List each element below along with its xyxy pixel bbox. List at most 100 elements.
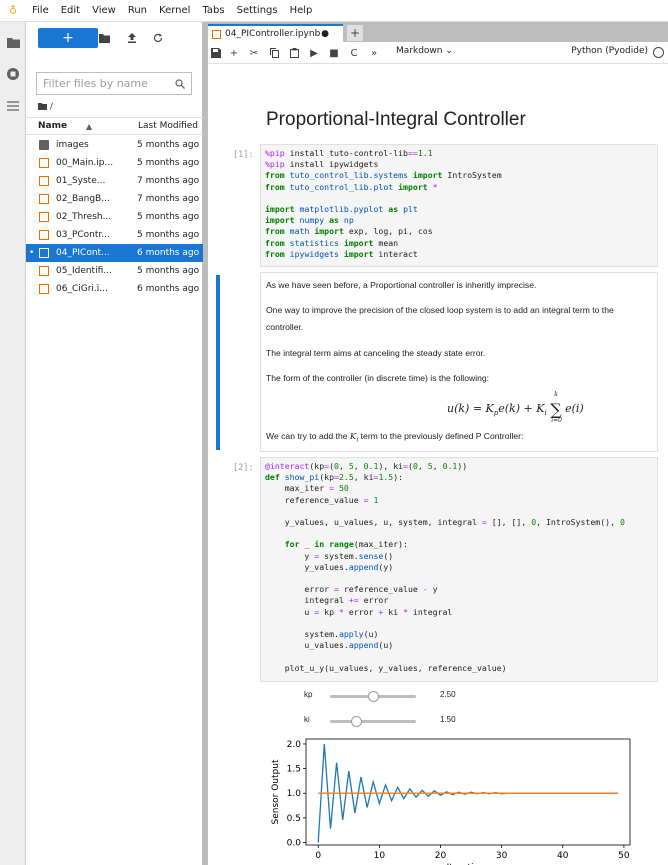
main-area: 04_PIController.ipynb ● + + ✂ ▶ ■ C » Ma… [208,22,668,865]
folder-icon [38,103,47,110]
file-item[interactable]: • 04_PICont... 6 months ago [26,244,203,262]
file-list-header: Name ▲ Last Modified [26,117,203,135]
folder-icon [39,140,49,150]
menu-help[interactable]: Help [284,5,319,16]
file-modified: 5 months ago [137,212,200,222]
file-item[interactable]: 06_CiGri.i... 6 months ago [26,280,203,298]
slider-kp-label: kp [304,690,313,699]
file-item[interactable]: images 5 months ago [26,136,203,154]
notebook-icon [212,29,221,39]
file-modified: 5 months ago [137,158,200,168]
md-paragraph-2b: controller. [266,322,304,332]
file-modified: 5 months ago [137,140,200,150]
x-tick-label: 50 [618,851,630,861]
menu-file[interactable]: File [26,5,55,16]
slider-kp-handle[interactable] [368,691,379,702]
tab-bar: 04_PIController.ipynb ● + [208,22,668,42]
cell-prompt-1: [1]: [233,150,254,160]
save-icon[interactable] [208,45,224,61]
notebook-icon [39,158,49,168]
file-name: 01_Syste... [56,176,106,186]
sensor-output-chart: 0.00.51.01.52.001020304050Sensor OutputI… [271,738,631,865]
breadcrumb[interactable]: / [38,102,53,112]
x-tick-label: 0 [315,851,321,861]
notebook-icon [39,212,49,222]
file-modified: 6 months ago [137,248,200,258]
file-name: 04_PICont... [56,248,110,258]
menu-bar: ♁ File Edit View Run Kernel Tabs Setting… [0,0,668,22]
add-tab-button[interactable]: + [347,25,363,41]
run-icon[interactable]: ▶ [306,45,322,61]
y-axis-label: Sensor Output [271,759,281,824]
menu-view[interactable]: View [86,5,122,16]
notebook-toolbar: + ✂ ▶ ■ C » Markdown ⌄ Python (Pyodide) [208,42,668,64]
slider-kp[interactable]: kp 2.50 [304,690,484,704]
slider-kp-track[interactable] [330,691,416,702]
file-item[interactable]: 02_BangB... 7 months ago [26,190,203,208]
menu-edit[interactable]: Edit [55,5,86,16]
menu-kernel[interactable]: Kernel [153,5,196,16]
activity-bar [0,22,26,865]
file-item[interactable]: 05_Identifi... 5 months ago [26,262,203,280]
search-icon [175,78,185,89]
slider-ki[interactable]: ki 1.50 [304,715,484,729]
md-paragraph-2: One way to improve the precision of the … [266,305,614,315]
tab-title: 04_PIController.ipynb [225,29,321,39]
jupyter-logo-icon: ♁ [8,4,18,17]
file-name: images [56,140,89,150]
upload-icon[interactable] [124,30,140,46]
insert-cell-icon[interactable]: + [226,45,242,61]
kernel-name[interactable]: Python (Pyodide) [571,46,648,56]
file-item[interactable]: 03_PContr... 5 months ago [26,226,203,244]
code-cell-2[interactable]: @interact(kp=(0, 5, 0.1), ki=(0, 5, 0.1)… [260,457,658,682]
new-folder-icon[interactable] [96,30,112,46]
md-paragraph-1: As we have seen before, a Proportional c… [266,280,537,290]
md-paragraph-4: The form of the controller (in discrete … [266,373,490,383]
markdown-cell[interactable]: As we have seen before, a Proportional c… [260,272,658,452]
copy-icon[interactable] [266,45,282,61]
paste-icon[interactable] [286,45,302,61]
file-name: 03_PContr... [56,230,110,240]
cell-type-select[interactable]: Markdown ⌄ [396,46,453,56]
menu-tabs[interactable]: Tabs [196,5,230,16]
breadcrumb-root[interactable]: / [50,102,53,112]
file-modified: 7 months ago [137,194,200,204]
slider-ki-track[interactable] [330,716,416,727]
x-tick-label: 40 [557,851,569,861]
notebook-content: Proportional-Integral Controller [1]: %p… [208,64,668,865]
cell-type-value: Markdown [396,46,443,56]
folder-icon[interactable] [5,34,21,50]
notebook-title: Proportional-Integral Controller [266,109,526,130]
unsaved-dot-icon[interactable]: ● [321,29,329,39]
chevron-down-icon: ⌄ [445,46,453,56]
new-launcher-button[interactable]: + [38,28,98,48]
plot-frame [305,738,631,846]
menu-run[interactable]: Run [122,5,153,16]
slider-ki-handle[interactable] [350,716,362,727]
y-tick-label: 0.0 [287,839,302,849]
restart-run-all-icon[interactable]: » [366,45,382,61]
filter-files-input[interactable]: Filter files by name [36,72,192,95]
file-item[interactable]: 00_Main.ip... 5 months ago [26,154,203,172]
notebook-icon [39,266,49,276]
kernel-status-icon [653,47,664,58]
stop-icon[interactable]: ■ [326,45,342,61]
restart-icon[interactable]: C [346,45,362,61]
code-cell-1[interactable]: %pip install tuto-control-lib==1.1 %pip … [260,144,658,267]
slider-ki-label: ki [304,715,310,724]
file-item[interactable]: 02_Thresh... 5 months ago [26,208,203,226]
running-kernels-icon[interactable] [5,66,21,82]
column-last-modified[interactable]: Last Modified [138,121,198,131]
y-tick-label: 2.0 [287,740,302,750]
y-tick-label: 0.5 [287,814,301,824]
x-tick-label: 30 [496,851,508,861]
file-item[interactable]: 01_Syste... 7 months ago [26,172,203,190]
refresh-icon[interactable] [150,30,166,46]
cell-prompt-2: [2]: [233,463,254,473]
table-of-contents-icon[interactable] [5,98,21,114]
tab-notebook[interactable]: 04_PIController.ipynb ● [208,24,343,42]
cut-icon[interactable]: ✂ [246,45,262,61]
slider-kp-value: 2.50 [440,690,456,699]
column-name[interactable]: Name [38,121,67,131]
menu-settings[interactable]: Settings [231,5,284,16]
